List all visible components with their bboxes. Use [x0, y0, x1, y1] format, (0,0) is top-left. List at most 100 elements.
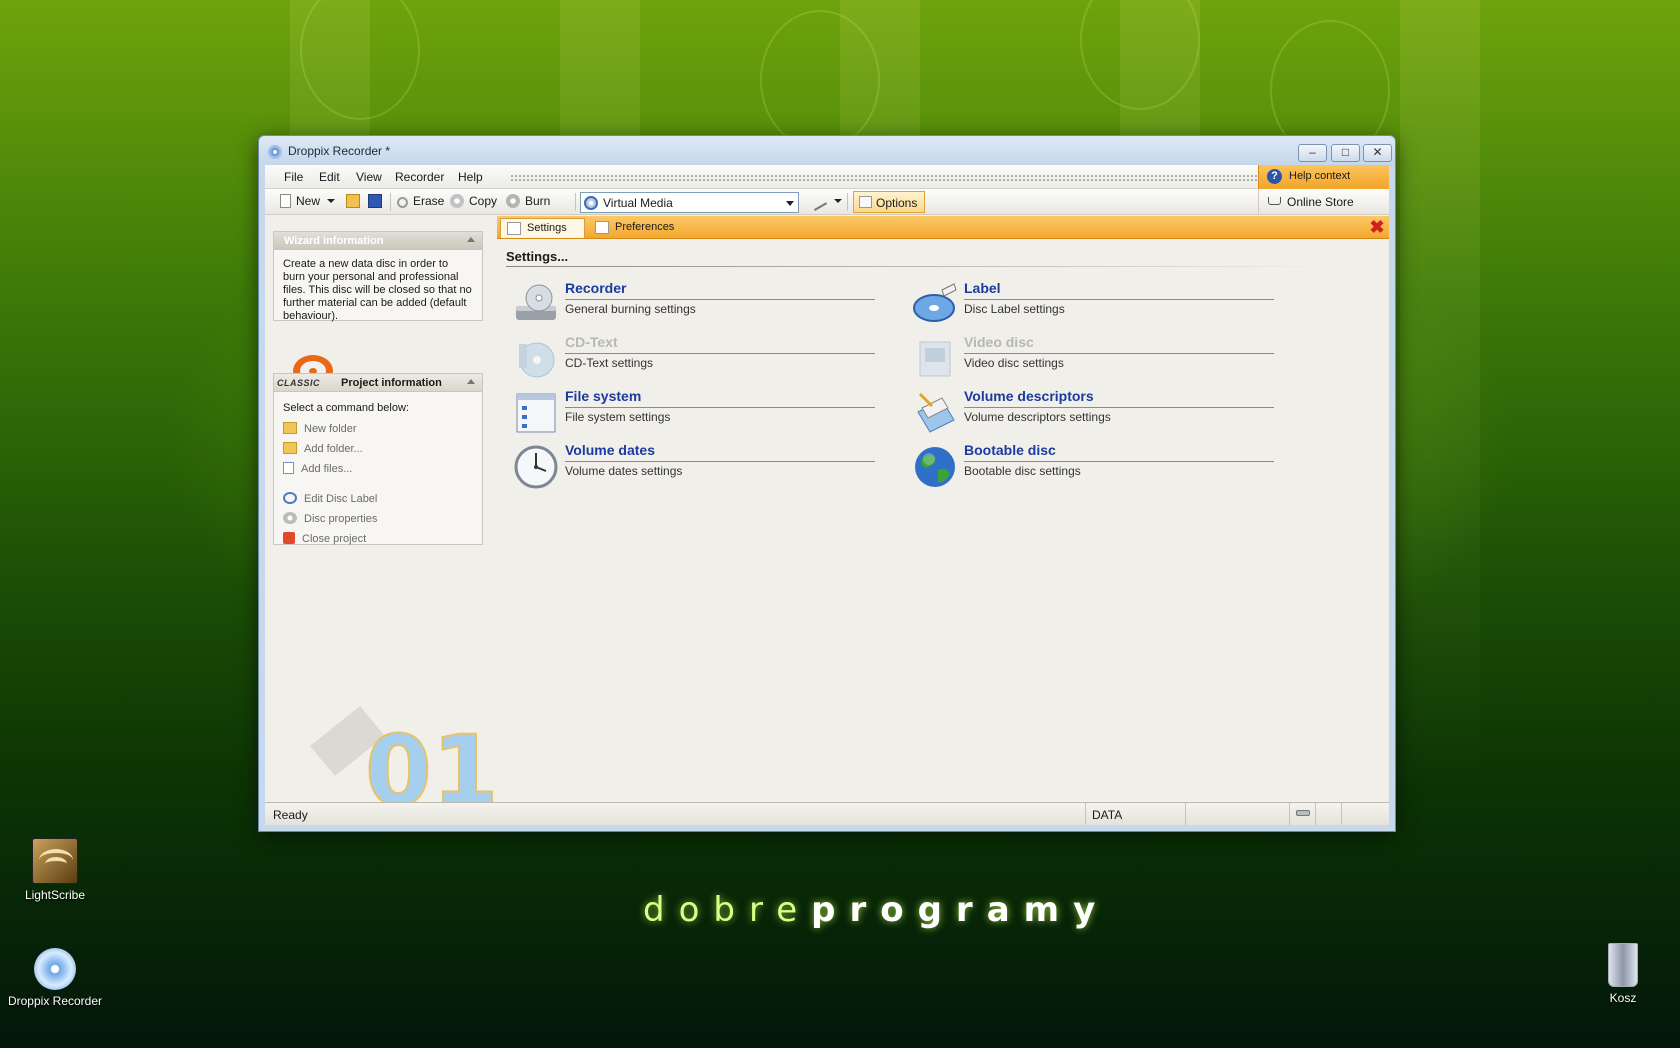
setting-label[interactable]: Label Disc Label settings	[912, 280, 1282, 330]
save-button[interactable]	[368, 194, 387, 208]
save-disk-icon	[368, 194, 382, 208]
dropdown-arrow-icon[interactable]	[327, 199, 336, 207]
setting-description: General burning settings	[565, 302, 696, 316]
droppix-disc-icon	[34, 948, 76, 990]
dropdown-arrow-icon[interactable]	[834, 199, 843, 207]
close-icon: ✕	[1372, 145, 1383, 159]
collapse-icon[interactable]	[467, 237, 475, 242]
setting-cd-text: CD-Text CD-Text settings	[513, 334, 883, 384]
lightscribe-icon	[32, 838, 78, 884]
status-mode-cell: DATA	[1085, 803, 1185, 825]
disc-properties-command[interactable]: Disc properties	[283, 512, 377, 525]
setting-bootable-disc[interactable]: Bootable disc Bootable disc settings	[912, 442, 1282, 492]
status-cell	[1315, 803, 1341, 825]
setting-description: Disc Label settings	[964, 302, 1065, 316]
new-folder-command[interactable]: New folder	[283, 422, 357, 435]
add-folder-command[interactable]: Add folder...	[283, 442, 363, 455]
copy-button[interactable]: Copy	[450, 194, 497, 208]
minimize-button[interactable]: –	[1298, 144, 1327, 162]
setting-description: Bootable disc settings	[964, 464, 1081, 478]
maximize-icon: □	[1341, 145, 1350, 159]
close-window-button[interactable]: ✕	[1363, 144, 1392, 162]
menu-file[interactable]: File	[284, 170, 303, 184]
wizard-tools-button[interactable]	[810, 194, 843, 211]
command-label: Add files...	[301, 463, 353, 475]
resize-grip[interactable]	[1341, 803, 1391, 825]
desktop-icon-recycle-bin[interactable]: Kosz	[1568, 943, 1678, 1005]
desktop-icon-droppix-recorder[interactable]: Droppix Recorder	[0, 948, 110, 1008]
app-window: Droppix Recorder * – □ ✕ File Edit View …	[258, 135, 1396, 832]
new-button[interactable]: New	[280, 194, 336, 208]
recycle-bin-icon	[1608, 943, 1638, 987]
cd-text-icon	[519, 342, 555, 378]
disc-properties-icon	[283, 512, 297, 524]
new-label: New	[296, 194, 321, 208]
folder-icon	[283, 422, 297, 434]
setting-description: Volume dates settings	[565, 464, 683, 478]
menu-recorder[interactable]: Recorder	[395, 170, 444, 184]
minimize-icon: –	[1309, 145, 1316, 159]
menu-view[interactable]: View	[356, 170, 382, 184]
wizard-panel-header[interactable]: Wizard information	[274, 232, 482, 250]
open-button[interactable]	[346, 194, 365, 208]
setting-volume-descriptors[interactable]: Volume descriptors Volume descriptors se…	[912, 388, 1282, 438]
setting-divider	[565, 299, 875, 300]
setting-divider	[964, 407, 1274, 408]
heading-divider	[506, 266, 1326, 267]
command-label: Close project	[302, 533, 367, 545]
help-context-button[interactable]: ? Help context	[1258, 165, 1389, 189]
options-button[interactable]: Options	[853, 191, 925, 213]
project-panel-header[interactable]: CLASSIC Project information	[274, 374, 482, 392]
add-files-command[interactable]: Add files...	[283, 462, 352, 475]
setting-name: Bootable disc	[964, 442, 1056, 458]
new-document-icon	[280, 194, 291, 208]
options-label: Options	[876, 196, 918, 210]
setting-file-system[interactable]: File system File system settings	[513, 388, 883, 438]
volume-descriptors-icon	[917, 392, 955, 433]
setting-divider	[565, 353, 875, 354]
tab-label: Preferences	[615, 221, 675, 233]
chevron-down-icon	[786, 201, 794, 210]
desktop-icon-lightscribe[interactable]: LightScribe	[0, 838, 110, 902]
tab-preferences[interactable]: Preferences	[589, 218, 709, 238]
recorder-drive-icon	[516, 284, 556, 320]
toolbar-separator	[575, 193, 576, 211]
wizard-information-panel: Wizard information Create a new data dis…	[273, 231, 483, 322]
menu-edit[interactable]: Edit	[319, 170, 340, 184]
virtual-media-icon	[584, 196, 598, 210]
magic-wand-icon	[810, 197, 828, 211]
setting-name: Label	[964, 280, 1001, 296]
erase-button[interactable]: Erase	[397, 194, 444, 208]
open-folder-icon	[346, 194, 360, 208]
status-mode: DATA	[1092, 808, 1123, 822]
setting-volume-dates[interactable]: Volume dates Volume dates settings	[513, 442, 883, 492]
title-bar[interactable]: Droppix Recorder * – □ ✕	[259, 136, 1395, 166]
setting-description: Video disc settings	[964, 356, 1064, 370]
burn-button[interactable]: Burn	[506, 194, 550, 208]
desktop-icon-label: LightScribe	[24, 888, 86, 902]
menu-help[interactable]: Help	[458, 170, 483, 184]
status-cell	[1185, 803, 1289, 825]
maximize-button[interactable]: □	[1331, 144, 1360, 162]
online-store-button[interactable]: Online Store	[1258, 189, 1389, 215]
tab-label: Settings	[527, 222, 567, 234]
media-select[interactable]: Virtual Media	[580, 192, 799, 213]
toolbar: New Erase Copy Burn Virtual Media Option…	[265, 189, 1389, 215]
collapse-icon[interactable]	[467, 379, 475, 384]
settings-pane: Settings Preferences ✖ Settings... Recor…	[497, 216, 1389, 802]
shopping-cart-icon	[1268, 197, 1281, 205]
drive-icon	[1296, 810, 1310, 816]
status-bar: Ready DATA	[265, 802, 1389, 825]
setting-divider	[964, 299, 1274, 300]
tab-settings[interactable]: Settings	[500, 218, 585, 238]
close-project-icon	[283, 532, 295, 544]
setting-recorder[interactable]: Recorder General burning settings	[513, 280, 883, 330]
edit-disc-label-command[interactable]: Edit Disc Label	[283, 492, 377, 505]
toolbar-separator	[390, 193, 391, 211]
setting-divider	[964, 353, 1274, 354]
desktop-icon-label: Kosz	[1609, 991, 1637, 1005]
status-text: Ready	[273, 808, 308, 822]
close-project-command[interactable]: Close project	[283, 532, 366, 545]
close-tab-icon[interactable]: ✖	[1369, 218, 1385, 236]
file-icon	[283, 462, 294, 474]
